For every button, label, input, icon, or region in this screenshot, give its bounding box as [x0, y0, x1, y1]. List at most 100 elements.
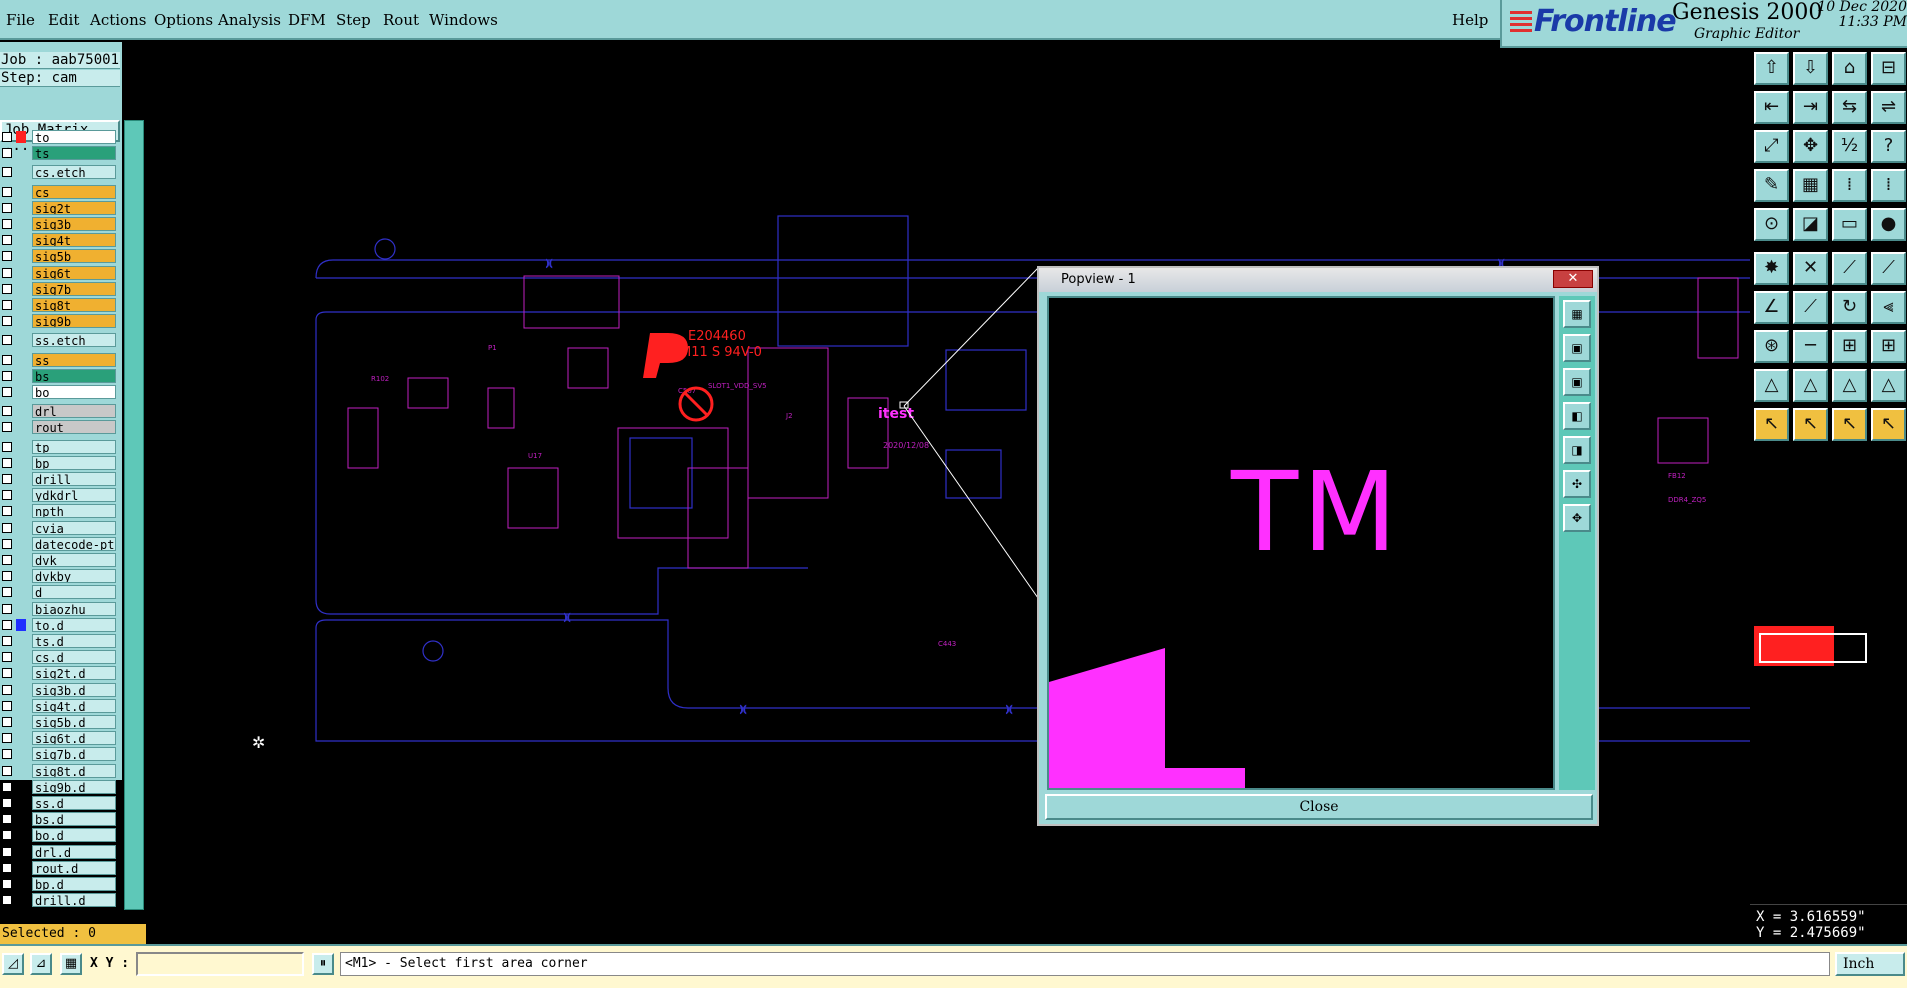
- layer-name[interactable]: sig5b: [32, 249, 116, 264]
- grid-icon[interactable]: ▦: [60, 953, 82, 975]
- layer-color-swatch[interactable]: [16, 781, 26, 793]
- layer-name[interactable]: ss.d: [32, 796, 116, 810]
- layer-row[interactable]: to: [0, 130, 118, 144]
- menu-windows[interactable]: Windows: [429, 11, 498, 29]
- layer-checkbox[interactable]: [2, 186, 12, 197]
- layer-checkbox[interactable]: [2, 846, 12, 857]
- layer-name[interactable]: bs: [32, 368, 116, 383]
- layer-checkbox[interactable]: [2, 765, 12, 776]
- layer-name[interactable]: drill: [32, 472, 116, 486]
- layer-row[interactable]: cs.d: [0, 650, 118, 665]
- tool-button-icon[interactable]: ∠: [1754, 291, 1789, 324]
- tool-button-icon[interactable]: ⊟: [1871, 52, 1906, 85]
- menu-help[interactable]: Help: [1452, 11, 1488, 29]
- tool-button-icon[interactable]: ●: [1871, 208, 1906, 241]
- layer-checkbox[interactable]: [2, 370, 12, 381]
- layer-color-swatch[interactable]: [16, 732, 26, 744]
- layer-color-swatch[interactable]: [16, 315, 26, 327]
- tool-button-icon[interactable]: ⟋: [1832, 252, 1867, 285]
- layer-color-swatch[interactable]: [16, 131, 26, 143]
- layer-row[interactable]: drill.d: [0, 893, 118, 908]
- layer-name[interactable]: cvia: [32, 520, 116, 535]
- layer-row[interactable]: sig6t: [0, 265, 118, 280]
- menu-options[interactable]: Options: [154, 11, 213, 29]
- tool-button-icon[interactable]: ⫷: [1871, 291, 1906, 324]
- tool-button-icon[interactable]: △: [1832, 369, 1867, 402]
- layer-name[interactable]: bp: [32, 455, 116, 470]
- measure-icon[interactable]: ⊿: [30, 953, 52, 975]
- layer-name[interactable]: sig3b: [32, 217, 116, 231]
- layer-checkbox[interactable]: [2, 895, 12, 906]
- layer-checkbox[interactable]: [2, 781, 12, 792]
- layer-row[interactable]: ss: [0, 352, 118, 367]
- menu-dfm[interactable]: DFM: [288, 11, 326, 29]
- layer-checkbox[interactable]: [2, 202, 12, 213]
- layer-checkbox[interactable]: [2, 335, 12, 346]
- layer-name[interactable]: bs.d: [32, 812, 116, 827]
- layer-checkbox[interactable]: [2, 814, 12, 825]
- menu-file[interactable]: File: [6, 11, 35, 29]
- layer-color-swatch[interactable]: [16, 748, 26, 760]
- layer-row[interactable]: sig2t.d: [0, 666, 118, 681]
- layer-row[interactable]: sig5b.d: [0, 715, 118, 729]
- layer-checkbox[interactable]: [2, 733, 12, 744]
- layer-name[interactable]: drl.d: [32, 844, 116, 859]
- layer-row[interactable]: sig6t.d: [0, 731, 118, 746]
- layer-name[interactable]: drl: [32, 404, 116, 419]
- layer-checkbox[interactable]: [2, 700, 12, 711]
- popview-tool-icon[interactable]: ◨: [1563, 436, 1591, 464]
- popview-tool-icon[interactable]: ▣: [1563, 368, 1591, 396]
- layer-row[interactable]: sig9b: [0, 314, 118, 329]
- layer-name[interactable]: bo: [32, 385, 116, 399]
- layer-row[interactable]: bs: [0, 368, 118, 383]
- layer-checkbox[interactable]: [2, 668, 12, 679]
- tool-button-icon[interactable]: ⇆: [1832, 91, 1867, 124]
- layer-checkbox[interactable]: [2, 457, 12, 468]
- overview-map[interactable]: [1750, 620, 1907, 700]
- layer-row[interactable]: ts.d: [0, 634, 118, 648]
- layer-row[interactable]: drl.d: [0, 844, 118, 859]
- layer-color-swatch[interactable]: [16, 651, 26, 663]
- xy-input[interactable]: [136, 952, 304, 976]
- tool-button-icon[interactable]: △: [1754, 369, 1789, 402]
- layer-name[interactable]: to.d: [32, 617, 116, 632]
- layer-name[interactable]: sig2t: [32, 200, 116, 215]
- tool-button-icon[interactable]: ⇤: [1754, 91, 1789, 124]
- layer-checkbox[interactable]: [2, 148, 12, 159]
- tool-button-icon[interactable]: ⇥: [1793, 91, 1828, 124]
- layer-name[interactable]: sig6t: [32, 265, 116, 280]
- tool-button-icon[interactable]: ⟋: [1871, 252, 1906, 285]
- layer-row[interactable]: dvk: [0, 553, 118, 567]
- tool-button-icon[interactable]: ½: [1832, 130, 1867, 163]
- layer-checkbox[interactable]: [2, 441, 12, 452]
- layer-row[interactable]: bo: [0, 385, 118, 399]
- tool-button-icon[interactable]: ✥: [1793, 130, 1828, 163]
- layer-row[interactable]: sig4t: [0, 233, 118, 248]
- layer-row[interactable]: sig7b: [0, 281, 118, 296]
- layer-color-swatch[interactable]: [16, 813, 26, 825]
- layer-color-swatch[interactable]: [16, 283, 26, 295]
- layer-checkbox[interactable]: [2, 879, 12, 889]
- pause-icon[interactable]: ⏸: [312, 953, 334, 975]
- layer-row[interactable]: drl: [0, 404, 118, 419]
- layer-checkbox[interactable]: [2, 538, 12, 549]
- layer-row[interactable]: bp.d: [0, 877, 118, 891]
- layer-name[interactable]: datecode-pt: [32, 536, 116, 551]
- layer-checkbox[interactable]: [2, 587, 12, 598]
- tool-button-icon[interactable]: ─: [1793, 330, 1828, 363]
- layer-checkbox[interactable]: [2, 749, 12, 760]
- layer-checkbox[interactable]: [2, 354, 12, 365]
- tool-button-icon[interactable]: ⊞: [1871, 330, 1906, 363]
- layer-row[interactable]: to.d: [0, 617, 118, 632]
- layer-name[interactable]: sig9b.d: [32, 779, 116, 794]
- layer-row[interactable]: sig3b: [0, 217, 118, 231]
- layer-row[interactable]: bs.d: [0, 812, 118, 827]
- layer-name[interactable]: ss: [32, 352, 116, 367]
- layer-checkbox[interactable]: [2, 251, 12, 262]
- layer-color-swatch[interactable]: [16, 441, 26, 453]
- layer-row[interactable]: bo.d: [0, 828, 118, 843]
- layer-checkbox[interactable]: [2, 422, 12, 433]
- popview-close-button[interactable]: Close: [1045, 794, 1593, 820]
- layer-row[interactable]: biaozhu: [0, 601, 118, 616]
- layer-color-swatch[interactable]: [16, 862, 26, 874]
